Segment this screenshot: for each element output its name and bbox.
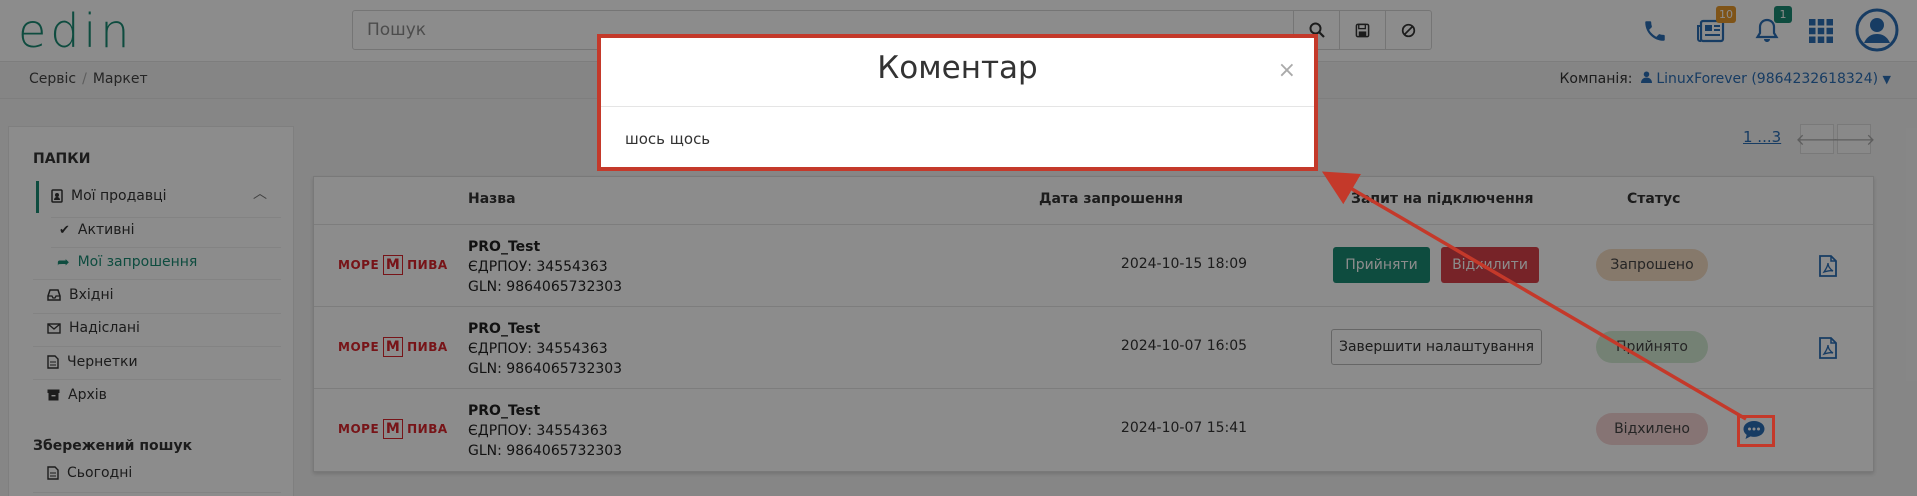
highlight-box-annotation	[1737, 415, 1775, 447]
modal-title: Коментар	[877, 50, 1038, 86]
comment-modal: Коментар × шось щось	[597, 34, 1318, 171]
modal-divider	[601, 106, 1314, 107]
modal-close-button[interactable]: ×	[1278, 58, 1296, 83]
modal-comment-text: шось щось	[625, 130, 711, 148]
